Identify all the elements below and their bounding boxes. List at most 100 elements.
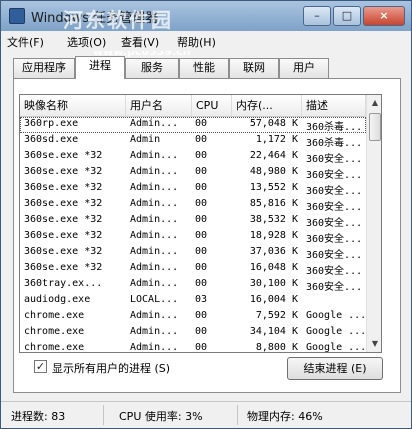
cell-description: Google ... [306, 342, 364, 353]
cell-image-name: 360sd.exe [24, 134, 79, 145]
cell-memory: 1,172 K [255, 134, 298, 145]
tab-processes[interactable]: 进程 [75, 56, 125, 79]
watermark-logo: 河东软件园 [63, 8, 173, 32]
maximize-button[interactable]: □ [333, 6, 361, 26]
cell-image-name: 360se.exe *32 [24, 182, 103, 193]
cell-cpu: 00 [195, 230, 208, 241]
process-rows: 360rp.exe Admin... 00 57,048 K 360杀毒... 360sd… [20, 117, 366, 353]
minimize-button[interactable]: – [303, 6, 331, 26]
cell-memory: 57,048 K [249, 118, 298, 129]
tab-services[interactable]: 服务 [125, 58, 179, 78]
menu-file[interactable]: 文件(F) [7, 34, 44, 50]
cell-memory: 7,592 K [255, 310, 298, 321]
cell-memory: 48,980 K [249, 166, 298, 177]
cell-description: 360安全... [306, 154, 363, 165]
menu-options[interactable]: 选项(O) [67, 34, 106, 50]
cell-cpu: 00 [195, 134, 208, 145]
cell-description: 360安全... [306, 234, 363, 245]
show-all-users-label[interactable]: 显示所有用户的进程 (S) [52, 360, 170, 376]
table-row[interactable]: 360rp.exe Admin... 00 57,048 K 360杀毒... [20, 117, 366, 133]
table-row[interactable]: chrome.exe Admin... 00 8,800 K Google ... [20, 341, 366, 353]
close-button[interactable]: × [363, 6, 405, 26]
list-header: 映像名称 用户名 CPU 内存(... 描述 [20, 95, 366, 117]
cell-cpu: 00 [195, 310, 208, 321]
status-physical-memory: 物理内存: 46% [247, 410, 323, 423]
status-divider [103, 405, 104, 425]
cell-user-name: Admin... [130, 262, 179, 273]
cell-user-name: Admin... [130, 278, 179, 289]
column-memory[interactable]: 内存(... [232, 95, 302, 117]
table-row[interactable]: chrome.exe Admin... 00 7,592 K Google ... [20, 309, 366, 325]
cell-user-name: Admin... [130, 230, 179, 241]
cell-cpu: 00 [195, 118, 208, 129]
status-divider [237, 405, 238, 425]
scroll-thumb[interactable] [369, 113, 381, 141]
cell-cpu: 03 [195, 294, 208, 305]
title-bar[interactable]: Windows 任务管理器 河东软件园 – □ × [1, 1, 411, 32]
cell-user-name: Admin... [130, 246, 179, 257]
cell-user-name: Admin... [130, 150, 179, 161]
cell-cpu: 00 [195, 198, 208, 209]
cell-memory: 37,036 K [249, 246, 298, 257]
cell-cpu: 00 [195, 326, 208, 337]
table-row[interactable]: 360se.exe *32 Admin... 00 16,048 K 360安全... [20, 261, 366, 277]
table-row[interactable]: 360se.exe *32 Admin... 00 13,552 K 360安全... [20, 181, 366, 197]
cell-cpu: 00 [195, 342, 208, 353]
cell-image-name: 360se.exe *32 [24, 198, 103, 209]
cell-description: 360安全... [306, 250, 363, 261]
table-row[interactable]: 360se.exe *32 Admin... 00 22,464 K 360安全... [20, 149, 366, 165]
cell-description: 360安全... [306, 202, 363, 213]
table-row[interactable]: 360sd.exe Admin 00 1,172 K 360杀毒... [20, 133, 366, 149]
column-image-name[interactable]: 映像名称 [20, 95, 126, 117]
scroll-up-arrow-icon[interactable]: ▲ [367, 95, 381, 111]
cell-user-name: Admin... [130, 198, 179, 209]
cell-user-name: Admin... [130, 310, 179, 321]
cell-user-name: LOCAL... [130, 294, 179, 305]
table-row[interactable]: 360se.exe *32 Admin... 00 38,532 K 360安全... [20, 213, 366, 229]
cell-memory: 13,552 K [249, 182, 298, 193]
cell-user-name: Admin... [130, 214, 179, 225]
cell-user-name: Admin... [130, 166, 179, 177]
vertical-scrollbar[interactable]: ▲ ▼ [366, 95, 381, 352]
table-row[interactable]: 360se.exe *32 Admin... 00 85,816 K 360安全... [20, 197, 366, 213]
table-row[interactable]: 360tray.ex... Admin... 00 30,100 K 360安全... [20, 277, 366, 293]
table-row[interactable]: 360se.exe *32 Admin... 00 18,928 K 360安全... [20, 229, 366, 245]
cell-cpu: 00 [195, 214, 208, 225]
column-user-name[interactable]: 用户名 [126, 95, 192, 117]
end-process-button[interactable]: 结束进程 (E) [287, 357, 383, 380]
cell-memory: 18,928 K [249, 230, 298, 241]
cell-memory: 85,816 K [249, 198, 298, 209]
cell-memory: 30,100 K [249, 278, 298, 289]
cell-cpu: 00 [195, 166, 208, 177]
cell-description: 360杀毒... [306, 138, 363, 149]
process-list[interactable]: 映像名称 用户名 CPU 内存(... 描述 360rp.exe Admin...… [19, 94, 382, 353]
tab-networking[interactable]: 联网 [229, 58, 279, 78]
tab-performance[interactable]: 性能 [179, 58, 229, 78]
menu-bar: 文件(F) 选项(O) 查看(V) 帮助(H) [1, 31, 411, 51]
column-description[interactable]: 描述 [302, 95, 366, 117]
table-row[interactable]: 360se.exe *32 Admin... 00 37,036 K 360安全... [20, 245, 366, 261]
column-cpu[interactable]: CPU [192, 95, 232, 117]
cell-memory: 38,532 K [249, 214, 298, 225]
cell-memory: 16,004 K [249, 294, 298, 305]
tab-users[interactable]: 用户 [279, 58, 329, 78]
table-row[interactable]: audiodg.exe LOCAL... 03 16,004 K [20, 293, 366, 309]
menu-help[interactable]: 帮助(H) [177, 34, 216, 50]
show-all-users-checkbox[interactable]: ✓ [34, 360, 47, 373]
cell-user-name: Admin [130, 134, 161, 145]
cell-description: 360安全... [306, 186, 363, 197]
scroll-down-arrow-icon[interactable]: ▼ [367, 336, 381, 352]
cell-image-name: 360se.exe *32 [24, 166, 103, 177]
table-row[interactable]: chrome.exe Admin... 00 34,104 K Google ... [20, 325, 366, 341]
cell-image-name: chrome.exe [24, 342, 85, 353]
cell-image-name: chrome.exe [24, 310, 85, 321]
cell-memory: 8,800 K [255, 342, 298, 353]
cell-user-name: Admin... [130, 118, 179, 129]
table-row[interactable]: 360se.exe *32 Admin... 00 48,980 K 360安全... [20, 165, 366, 181]
cell-image-name: 360tray.ex... [24, 278, 103, 289]
cell-image-name: 360rp.exe [24, 118, 79, 129]
cell-description [306, 294, 364, 309]
menu-view[interactable]: 查看(V) [121, 34, 159, 50]
tab-applications[interactable]: 应用程序 [13, 58, 75, 78]
cell-image-name: chrome.exe [24, 326, 85, 337]
